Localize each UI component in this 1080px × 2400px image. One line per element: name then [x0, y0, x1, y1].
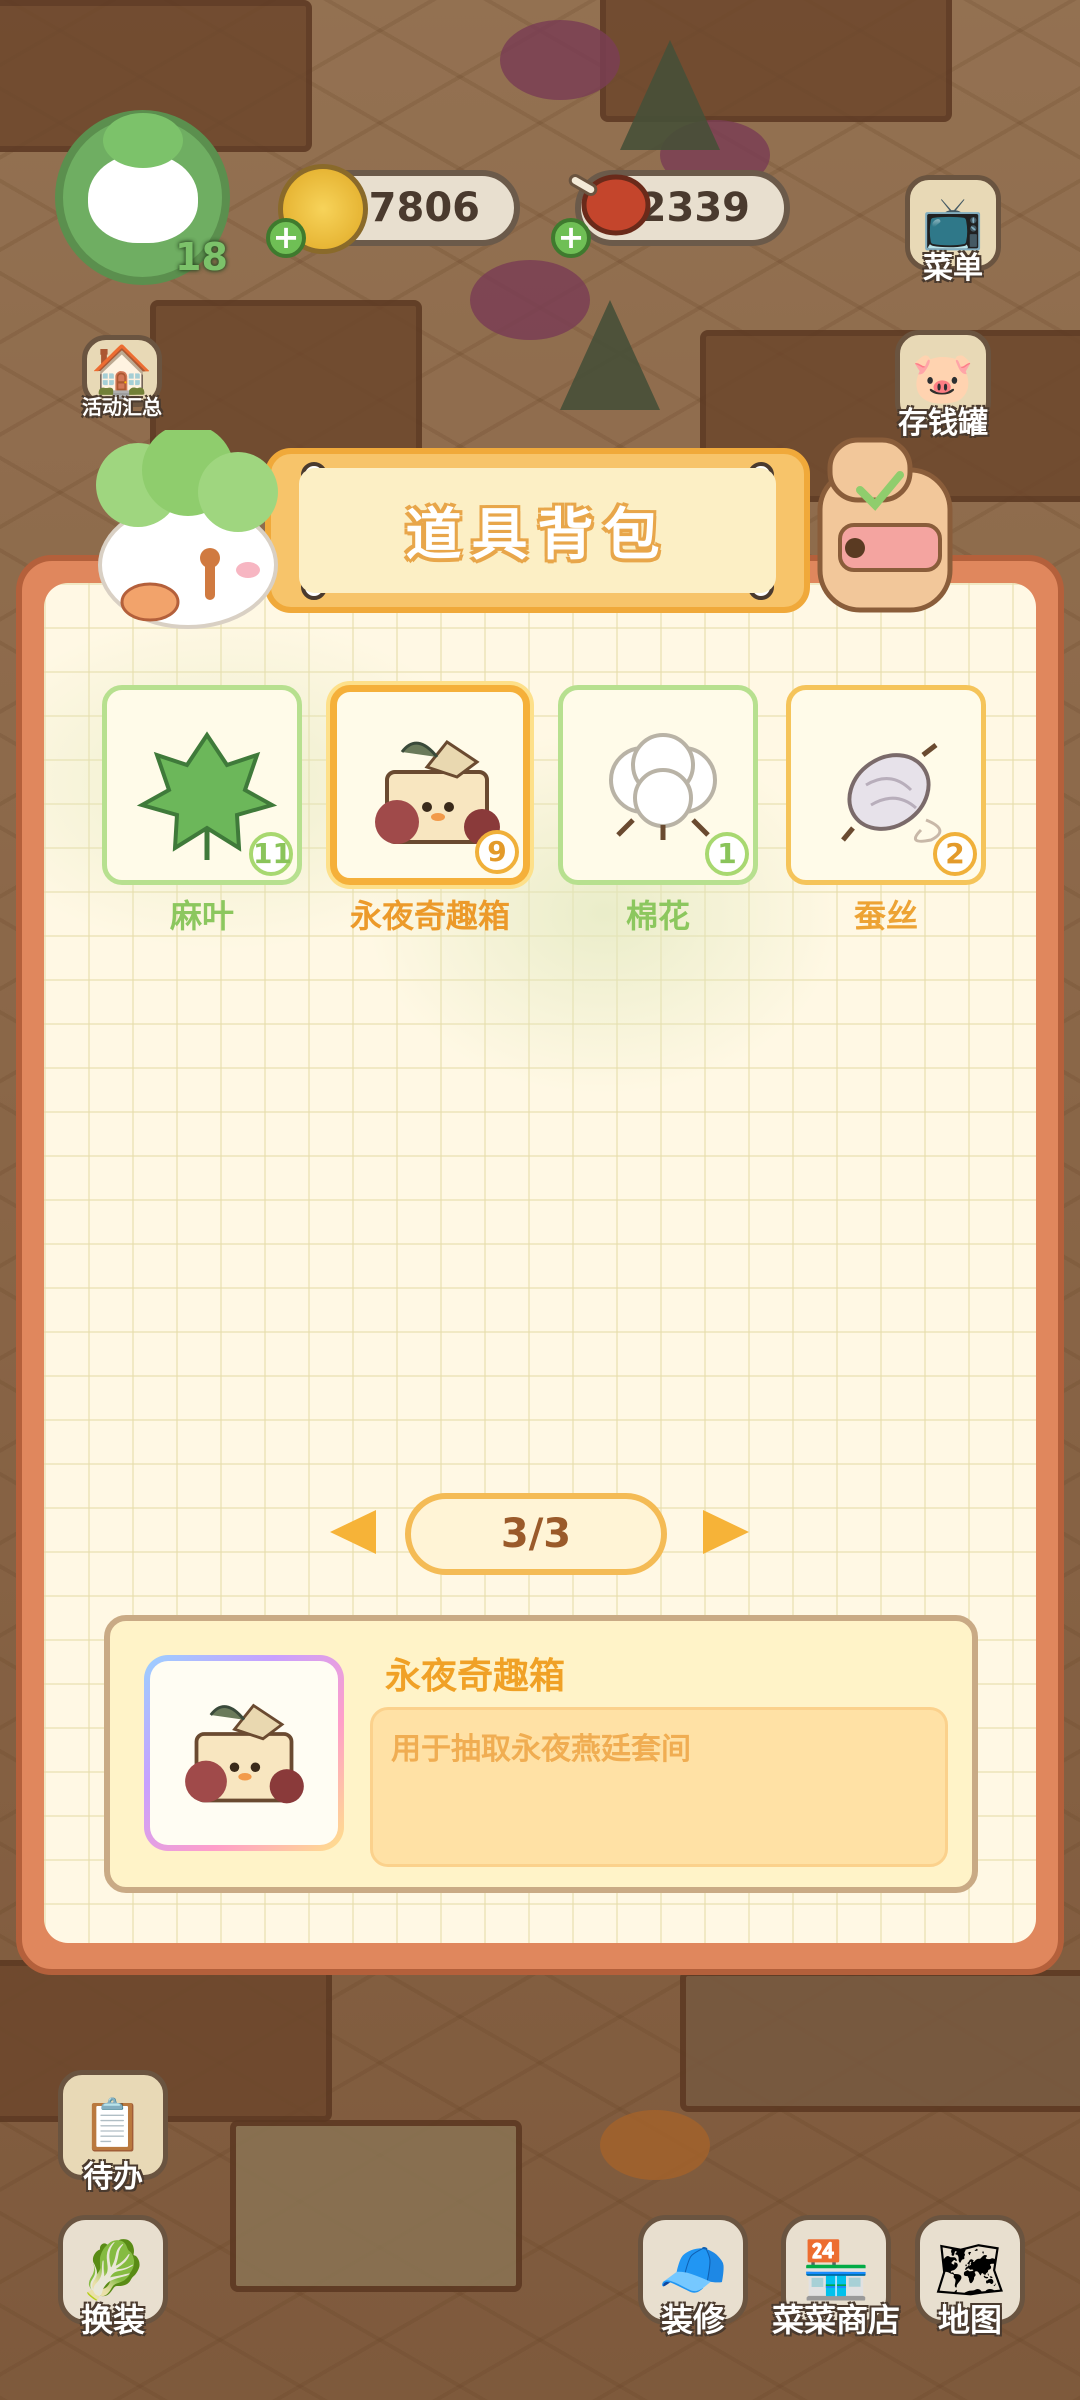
item-name: 麻叶 — [169, 897, 234, 935]
item-card: 1 — [558, 685, 758, 885]
avatar-face — [87, 112, 198, 243]
decorate-button[interactable]: 🧢 装修 — [638, 2215, 748, 2341]
item-detail-thumbnail — [144, 1655, 344, 1851]
item-detail-description: 用于抽取永夜燕廷套间 — [370, 1707, 948, 1867]
panel-title-banner: 道具背包 — [265, 448, 810, 613]
add-meat-button[interactable]: + — [551, 218, 591, 258]
player-level: 18 — [175, 235, 228, 279]
prev-page-button[interactable] — [330, 1510, 376, 1554]
item-count: 9 — [475, 830, 519, 874]
item-name: 棉花 — [625, 897, 690, 935]
map-button[interactable]: 🗺 地图 — [915, 2215, 1025, 2341]
inventory-item-hemp-leaf[interactable]: 11 麻叶 — [102, 685, 302, 937]
meat-counter[interactable]: + 2339 — [551, 170, 790, 258]
item-card: 2 — [786, 685, 986, 885]
inventory-item-silk[interactable]: 2 蚕丝 — [786, 685, 986, 937]
inventory-item-mystery-box[interactable]: 9 永夜奇趣箱 — [330, 685, 530, 937]
item-name: 永夜奇趣箱 — [349, 897, 510, 935]
coin-counter[interactable]: + 7806 — [266, 164, 520, 258]
activity-summary-button[interactable]: 🏠 活动汇总 — [82, 335, 162, 420]
page-indicator: 3/3 — [405, 1493, 667, 1575]
panel-title: 道具背包 — [299, 468, 776, 593]
todo-button[interactable]: 📋 待办 — [58, 2070, 168, 2196]
shop-button[interactable]: 🏪 菜菜商店 — [772, 2215, 900, 2341]
item-card: 11 — [102, 685, 302, 885]
next-page-button[interactable] — [703, 1510, 749, 1554]
add-coins-button[interactable]: + — [266, 218, 306, 258]
item-count: 1 — [705, 832, 749, 876]
piggy-bank-button[interactable]: 🐷 存钱罐 — [895, 330, 991, 442]
item-detail-panel: 永夜奇趣箱 用于抽取永夜燕廷套间 — [104, 1615, 978, 1893]
backpack-icon — [817, 437, 953, 613]
item-count: 11 — [249, 832, 293, 876]
coin-amount: 7806 — [368, 185, 480, 231]
inventory-item-cotton[interactable]: 1 棉花 — [558, 685, 758, 937]
mystery-box-icon — [185, 1703, 304, 1804]
cabbage-mascot-icon — [96, 430, 278, 629]
item-count: 2 — [933, 832, 977, 876]
dressup-button[interactable]: 🥬 换装 — [58, 2215, 168, 2341]
menu-button[interactable]: 📺 菜单 — [905, 175, 1001, 287]
item-card-selected: 9 — [330, 685, 530, 885]
item-name: 蚕丝 — [853, 897, 918, 935]
item-detail-name: 永夜奇趣箱 — [385, 1656, 566, 1697]
